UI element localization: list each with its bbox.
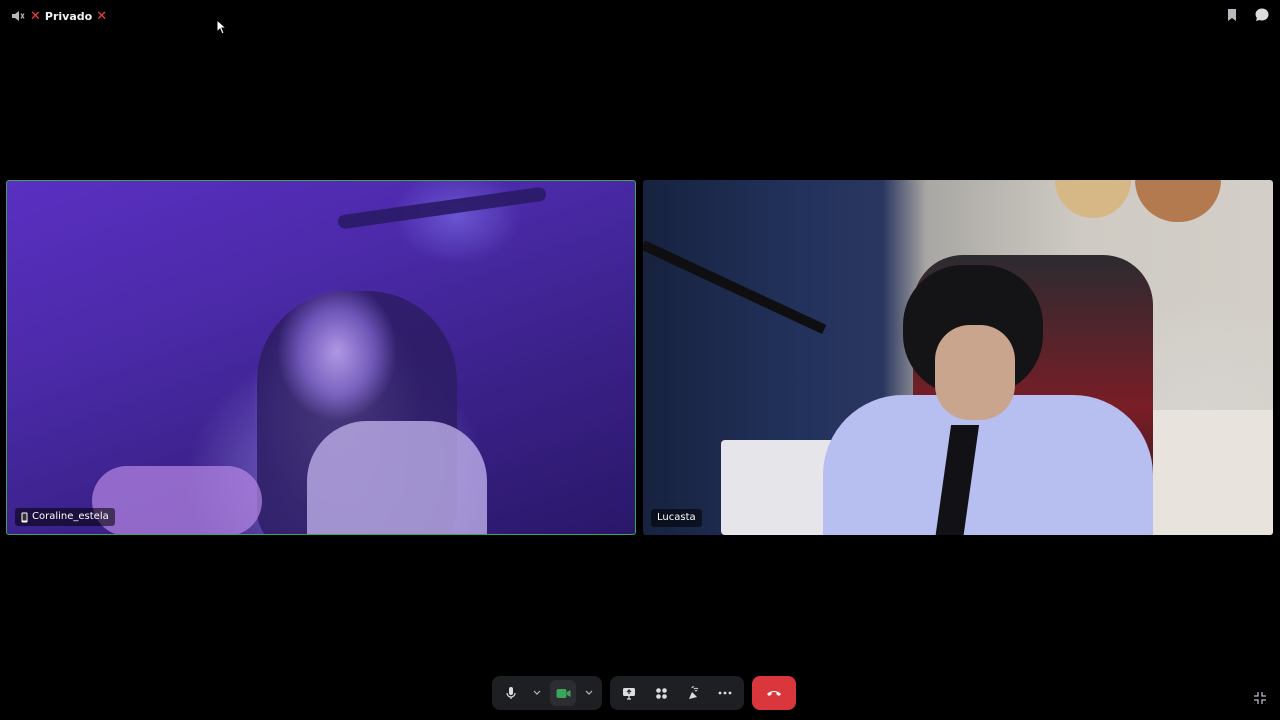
chevron-down-icon <box>585 690 593 695</box>
guitar <box>1135 180 1221 222</box>
screen-share-button[interactable] <box>616 680 642 706</box>
video-tile-coraline[interactable]: Coraline_estela <box>6 180 636 535</box>
speaker-icon[interactable] <box>10 8 26 24</box>
chevron-down-icon <box>533 690 541 695</box>
exit-fullscreen-icon <box>1254 692 1266 704</box>
microphone-icon <box>506 687 516 699</box>
channel-title: Privado <box>44 9 93 23</box>
call-header: ✕ Privado ✕ <box>0 0 1280 32</box>
header-right <box>1224 7 1270 23</box>
activities-button[interactable] <box>648 680 674 706</box>
participant-name: Lucasta <box>657 512 696 523</box>
mouse-cursor-icon <box>216 19 226 35</box>
video-tile-lucasta[interactable]: Lucasta <box>643 180 1273 535</box>
microphone-options-button[interactable] <box>530 680 544 706</box>
participant-face <box>935 325 1015 420</box>
microphone-button[interactable] <box>498 680 524 706</box>
disconnect-button[interactable] <box>752 676 796 710</box>
red-x-icon: ✕ <box>96 8 108 24</box>
mobile-phone-icon <box>21 512 28 522</box>
participant-hand <box>92 466 262 534</box>
actions-group <box>610 676 744 710</box>
chat-bubble-icon[interactable] <box>1254 7 1270 23</box>
call-controls <box>492 676 796 710</box>
ceiling-fan <box>337 186 547 230</box>
audio-video-group <box>492 676 602 710</box>
participant-name: Coraline_estela <box>32 511 109 522</box>
more-options-button[interactable] <box>712 680 738 706</box>
video-camera-icon <box>556 688 570 698</box>
header-left: ✕ Privado ✕ <box>10 8 107 24</box>
mic-arm <box>643 240 827 335</box>
red-x-icon: ✕ <box>30 8 41 24</box>
bed <box>1143 410 1273 535</box>
soundboard-icon <box>689 686 699 699</box>
participant-name-tag: Lucasta <box>651 509 702 527</box>
soundboard-button[interactable] <box>680 680 706 706</box>
participant-hoodie <box>307 421 487 534</box>
hang-up-icon <box>767 691 781 696</box>
more-options-icon <box>718 691 732 695</box>
participant-name-tag: Coraline_estela <box>15 508 115 526</box>
camera-options-button[interactable] <box>582 680 596 706</box>
guitar <box>1055 180 1131 218</box>
bookmark-icon[interactable] <box>1224 7 1240 23</box>
screen-share-icon <box>623 687 635 700</box>
exit-fullscreen-button[interactable] <box>1252 690 1268 706</box>
camera-button[interactable] <box>550 680 576 706</box>
activities-icon <box>655 687 667 699</box>
